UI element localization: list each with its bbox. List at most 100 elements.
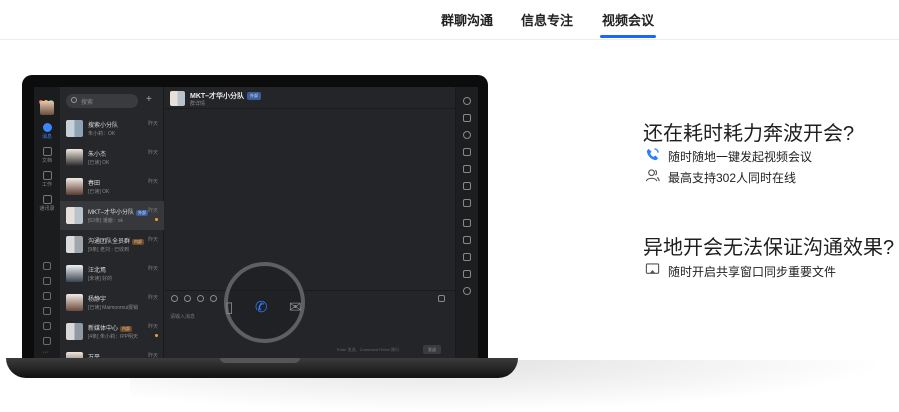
section-heading-1: 还在耗时耗力奔波开会? [643, 123, 855, 145]
list-item[interactable]: 朱小杰 [已读] OK 昨天 [60, 143, 164, 172]
list-item[interactable]: 万平 昨天 [60, 346, 164, 358]
calendar-icon[interactable] [43, 262, 51, 270]
like-icon[interactable] [463, 219, 471, 227]
conversation-time: 昨天 [147, 150, 158, 156]
unread-dot [155, 218, 158, 221]
search-input[interactable]: 搜索 [66, 94, 138, 108]
contacts-icon [42, 195, 52, 204]
video-icon[interactable] [43, 307, 51, 315]
list-item[interactable]: 春田 [已读] OK 昨天 [60, 172, 164, 201]
doc-icon[interactable] [463, 270, 471, 278]
send-hint: Enter 发送、Command+Enter 换行 [337, 347, 400, 352]
conversation-preview: [63条] 潘鹿：ok [88, 218, 124, 224]
search-placeholder: 搜索 [81, 100, 94, 106]
avatar [66, 265, 83, 282]
settings-icon[interactable] [463, 287, 471, 295]
video-call-icon[interactable]: ✆ [255, 298, 268, 316]
conversation-time: 昨天 [147, 295, 158, 301]
warning-icon[interactable] [463, 253, 471, 261]
history-icon[interactable] [463, 131, 471, 139]
section-heading-2: 异地开会无法保证沟通效果? [643, 237, 895, 259]
flag-icon[interactable] [463, 199, 471, 207]
like-icon[interactable] [184, 295, 191, 302]
conversation-preview: [已读] Maimoomui报销 [88, 305, 139, 311]
list-item[interactable]: 汪北焉 [未读] 好的 昨天 [60, 259, 164, 288]
divider [165, 290, 455, 291]
add-member-icon[interactable] [463, 114, 471, 122]
conversation-name: MKT–才华小分队 外部 [88, 207, 149, 216]
rail-item-docs[interactable]: 文档 [34, 147, 60, 164]
conversation-time: 昨天 [147, 353, 158, 358]
conversation-preview: [已读] OK [88, 160, 110, 166]
pin-icon[interactable] [43, 277, 51, 285]
scissors-icon[interactable] [197, 295, 204, 302]
internal-badge: 内部 [120, 326, 133, 332]
tab-video-meeting[interactable]: 视频会议 [599, 10, 657, 38]
page: 群聊沟通 信息专注 视频会议 消息 文档 工作 通讯录 ··· 搜索 + 搜索小… [0, 0, 899, 412]
feature-text: 随时随地一键发起视频会议 [668, 150, 813, 164]
mail-icon[interactable] [43, 322, 51, 330]
file-icon: ▯ [225, 299, 234, 316]
rail-item-messages[interactable]: 消息 [34, 123, 60, 140]
todo-icon[interactable] [43, 292, 51, 300]
app-rail: 消息 文档 工作 通讯录 ··· [34, 87, 60, 358]
rail-item-contacts[interactable]: 通讯录 [34, 195, 60, 212]
feature-text: 最高支持302人同时在线 [668, 171, 797, 185]
users-icon [645, 169, 660, 182]
conversation-name: 朱小杰 [88, 152, 107, 158]
avatar [66, 236, 83, 253]
message-input[interactable]: 请输入消息 [170, 313, 195, 320]
chat-icon[interactable] [463, 165, 471, 173]
rail-item-label: 通讯录 [39, 206, 55, 212]
list-item[interactable]: 杨静宇 [已读] Maimoomui报销 昨天 [60, 288, 164, 317]
rail-item-label: 消息 [41, 134, 52, 140]
conversation-preview: [9条] 老刘 : 已收到 [88, 247, 130, 253]
folder-icon[interactable] [463, 148, 471, 156]
list-item[interactable]: MKT–才华小分队 外部 [63条] 潘鹿：ok 昨天 [60, 201, 164, 230]
list-item[interactable]: 新媒体中心 内部 [4条] 朱小莉：IPP明天 昨天 [60, 317, 164, 346]
search-icon [71, 97, 77, 103]
conversation-name: 沟通团队全员群 内部 [88, 236, 145, 245]
feature-text: 随时开启共享窗口同步重要文件 [668, 265, 837, 279]
conversation-name: 春田 [88, 181, 101, 187]
add-button[interactable]: + [146, 94, 152, 105]
conversation-name: 汪北焉 [88, 268, 107, 274]
list-item[interactable]: 沟通团队全员群 内部 [9条] 老刘 : 已收到 昨天 [60, 230, 164, 259]
conversation-preview: 朱小莉：OK [88, 131, 116, 137]
conversation-name: 万平 [88, 355, 101, 358]
avatar [66, 149, 83, 166]
unread-dot [155, 334, 158, 337]
rail-item-work[interactable]: 工作 [34, 171, 60, 188]
top-tab-bar: 群聊沟通 信息专注 视频会议 [0, 0, 899, 40]
calendar-icon[interactable] [463, 182, 471, 190]
group-avatar [170, 91, 185, 106]
emoji-icon[interactable] [171, 295, 178, 302]
rail-item-label: 工作 [41, 182, 52, 188]
more-icon[interactable] [463, 97, 471, 105]
more-icon[interactable]: ··· [42, 349, 49, 356]
chat-panel: MKT–才华小分队 外部 群详情 请输入消息 Enter 发送、Command+… [165, 87, 455, 358]
chat-header: MKT–才华小分队 外部 群详情 [165, 87, 455, 109]
conversation-time: 昨天 [147, 237, 158, 243]
expand-icon[interactable] [438, 295, 445, 302]
conversation-name: 新媒体中心 内部 [88, 323, 133, 332]
send-button[interactable]: 发送 [423, 345, 441, 354]
conversation-preview: [4条] 朱小莉：IPP明天 [88, 334, 139, 340]
conversation-time: 昨天 [147, 266, 158, 272]
tab-info-focus[interactable]: 信息专注 [521, 10, 573, 29]
list-item[interactable]: 搜索小分队 朱小莉：OK 昨天 [60, 114, 164, 143]
avatar [66, 207, 83, 224]
external-badge: 外部 [136, 210, 149, 216]
mail-icon: ✉ [289, 299, 302, 316]
avatar[interactable] [40, 101, 54, 115]
avatar [66, 294, 83, 311]
tab-group-chat[interactable]: 群聊沟通 [441, 10, 493, 29]
conversation-preview: [已读] OK [88, 189, 110, 195]
avatar [66, 352, 83, 358]
conversation-time: 昨天 [147, 208, 158, 214]
chat-subtitle[interactable]: 群详情 [190, 100, 205, 107]
layers-icon[interactable] [463, 236, 471, 244]
external-badge: 外部 [247, 92, 261, 100]
at-icon[interactable] [210, 295, 217, 302]
cloud-icon[interactable] [43, 337, 51, 345]
